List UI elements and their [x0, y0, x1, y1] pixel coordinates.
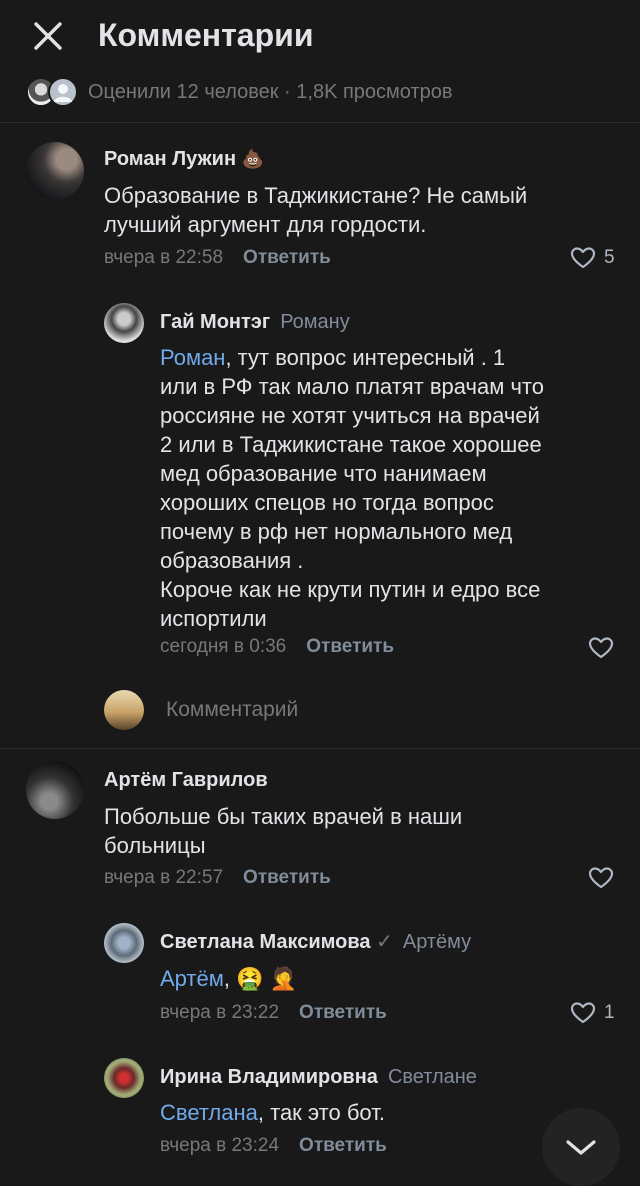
header: Комментарии — [0, 0, 640, 70]
comment-text: Роман, тут вопрос интересный . 1 или в Р… — [160, 343, 620, 633]
comment-meta: сегодня в 0:36 Ответить — [160, 634, 394, 660]
reply-to[interactable]: Светлане — [388, 1066, 477, 1088]
reply-compose[interactable]: Комментарий — [104, 690, 604, 730]
comment-meta: вчера в 22:58 Ответить — [104, 245, 331, 271]
comment-author[interactable]: Гай Монтэг Роману — [160, 308, 350, 336]
avatar[interactable] — [104, 923, 144, 963]
comment-meta: вчера в 23:24 Ответить — [160, 1133, 387, 1159]
divider — [0, 748, 640, 749]
like-button[interactable] — [588, 867, 622, 889]
comment-text: Побольше бы таких врачей в наши больницы — [104, 804, 463, 858]
comment-body: , тут вопрос интересный . 1 или в РФ так… — [160, 345, 545, 631]
heart-icon — [570, 1002, 596, 1024]
chevron-down-icon — [566, 1140, 596, 1155]
avatar[interactable] — [104, 303, 144, 343]
heart-icon — [570, 247, 596, 269]
mention-link[interactable]: Роман — [160, 345, 225, 370]
mention-link[interactable]: Артём — [160, 966, 224, 991]
comment-text: Образование в Таджикистане? Не самый луч… — [104, 183, 528, 237]
avatar — [104, 690, 144, 730]
comment-time: вчера в 23:24 — [160, 1135, 280, 1156]
likes-text: Оценили 12 человек · 1,8K просмотров — [88, 80, 453, 103]
comment-meta: вчера в 22:57 Ответить — [104, 865, 331, 891]
verified-icon: ✓ — [376, 931, 393, 953]
reply-button[interactable]: Ответить — [299, 1135, 387, 1156]
avatar[interactable] — [26, 761, 84, 819]
divider — [0, 122, 640, 123]
compose-placeholder: Комментарий — [166, 698, 299, 721]
like-button[interactable]: 5 — [570, 247, 615, 269]
reply-to[interactable]: Роману — [280, 311, 350, 333]
comment-body: , 🤮 🤦 — [223, 966, 297, 991]
comment-time: вчера в 22:58 — [104, 247, 224, 268]
avatar — [48, 77, 78, 107]
mention-link[interactable]: Светлана — [160, 1100, 258, 1125]
comment-time: вчера в 23:22 — [160, 1002, 280, 1023]
comment-author[interactable]: Роман Лужин 💩 — [104, 145, 264, 173]
author-name: Гай Монтэг — [160, 311, 271, 333]
comment-author[interactable]: Светлана Максимова ✓ Артёму — [160, 928, 471, 956]
reply-button[interactable]: Ответить — [299, 1002, 387, 1023]
likes-summary[interactable]: Оценили 12 человек · 1,8K просмотров — [26, 76, 453, 108]
avatar[interactable] — [104, 1058, 144, 1098]
like-count: 1 — [604, 1002, 615, 1023]
like-button[interactable]: 1 — [570, 1002, 615, 1024]
reply-button[interactable]: Ответить — [243, 867, 331, 888]
comment-time: вчера в 22:57 — [104, 867, 224, 888]
reply-button[interactable]: Ответить — [306, 636, 394, 657]
comment-text: Артём, 🤮 🤦 — [160, 964, 620, 993]
like-button[interactable] — [588, 637, 622, 659]
heart-icon — [588, 867, 614, 889]
author-name: Ирина Владимировна — [160, 1066, 378, 1088]
comment-meta: вчера в 23:22 Ответить — [160, 1000, 387, 1026]
page-title: Комментарии — [98, 17, 314, 53]
avatar[interactable] — [26, 142, 84, 200]
comment-time: сегодня в 0:36 — [160, 636, 287, 657]
status-emoji: 💩 — [241, 149, 265, 169]
comment-author[interactable]: Артём Гаврилов — [104, 766, 268, 794]
author-name: Светлана Максимова — [160, 931, 371, 953]
close-icon[interactable] — [30, 18, 66, 54]
heart-icon — [588, 637, 614, 659]
author-name: Роман Лужин — [104, 148, 237, 170]
comment-body: , так это бот. — [257, 1100, 385, 1125]
reply-button[interactable]: Ответить — [243, 247, 331, 268]
scroll-down-button[interactable] — [542, 1108, 620, 1186]
author-name: Артём Гаврилов — [104, 769, 268, 791]
reply-to[interactable]: Артёму — [403, 931, 471, 953]
comment-author[interactable]: Ирина Владимировна Светлане — [160, 1063, 477, 1091]
like-count: 5 — [604, 247, 615, 268]
